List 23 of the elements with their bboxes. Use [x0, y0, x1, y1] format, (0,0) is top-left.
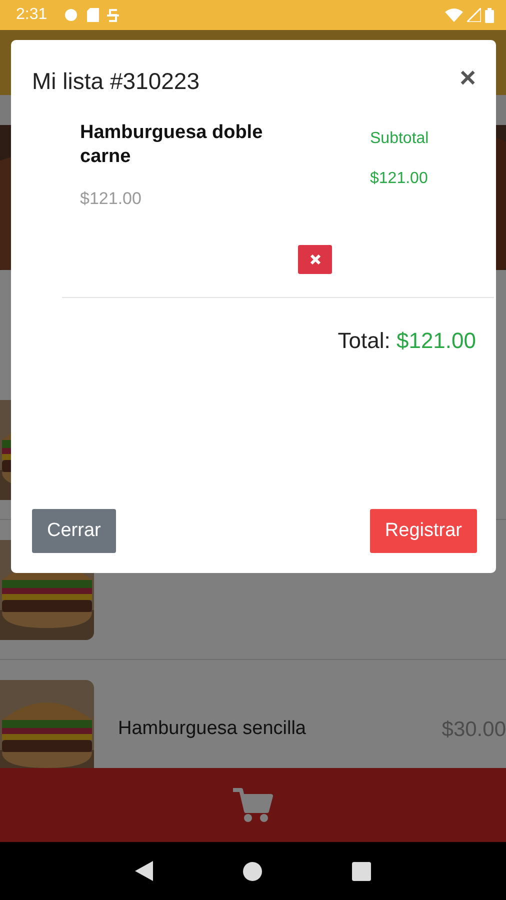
register-button[interactable]: Registrar: [370, 508, 477, 553]
close-button[interactable]: ×: [460, 64, 476, 92]
delete-button[interactable]: [298, 245, 332, 274]
total-amount: Total: $121.00: [338, 327, 476, 356]
modal-title: Mi lista #310223: [32, 67, 200, 96]
wifi-icon: [445, 8, 463, 22]
status-time: 2:31: [16, 5, 48, 25]
cart-icon[interactable]: [233, 787, 273, 823]
notification-icon: [107, 8, 120, 22]
recents-icon[interactable]: [352, 862, 371, 880]
item-name: Hamburguesa doble carne: [80, 120, 264, 170]
signal-icon: [467, 8, 481, 22]
subtotal-value: $121.00: [370, 168, 429, 188]
product-name: Hamburguesa sencilla: [118, 717, 307, 742]
battery-icon: [485, 8, 494, 22]
back-icon[interactable]: [135, 861, 153, 881]
notification-icon: [63, 8, 80, 22]
close-icon: [310, 254, 320, 266]
close-button[interactable]: Cerrar: [32, 508, 116, 553]
subtotal-label: Subtotal: [370, 128, 429, 148]
sd-card-icon: [87, 8, 100, 22]
item-price: $121.00: [80, 188, 142, 210]
home-icon[interactable]: [243, 862, 262, 880]
